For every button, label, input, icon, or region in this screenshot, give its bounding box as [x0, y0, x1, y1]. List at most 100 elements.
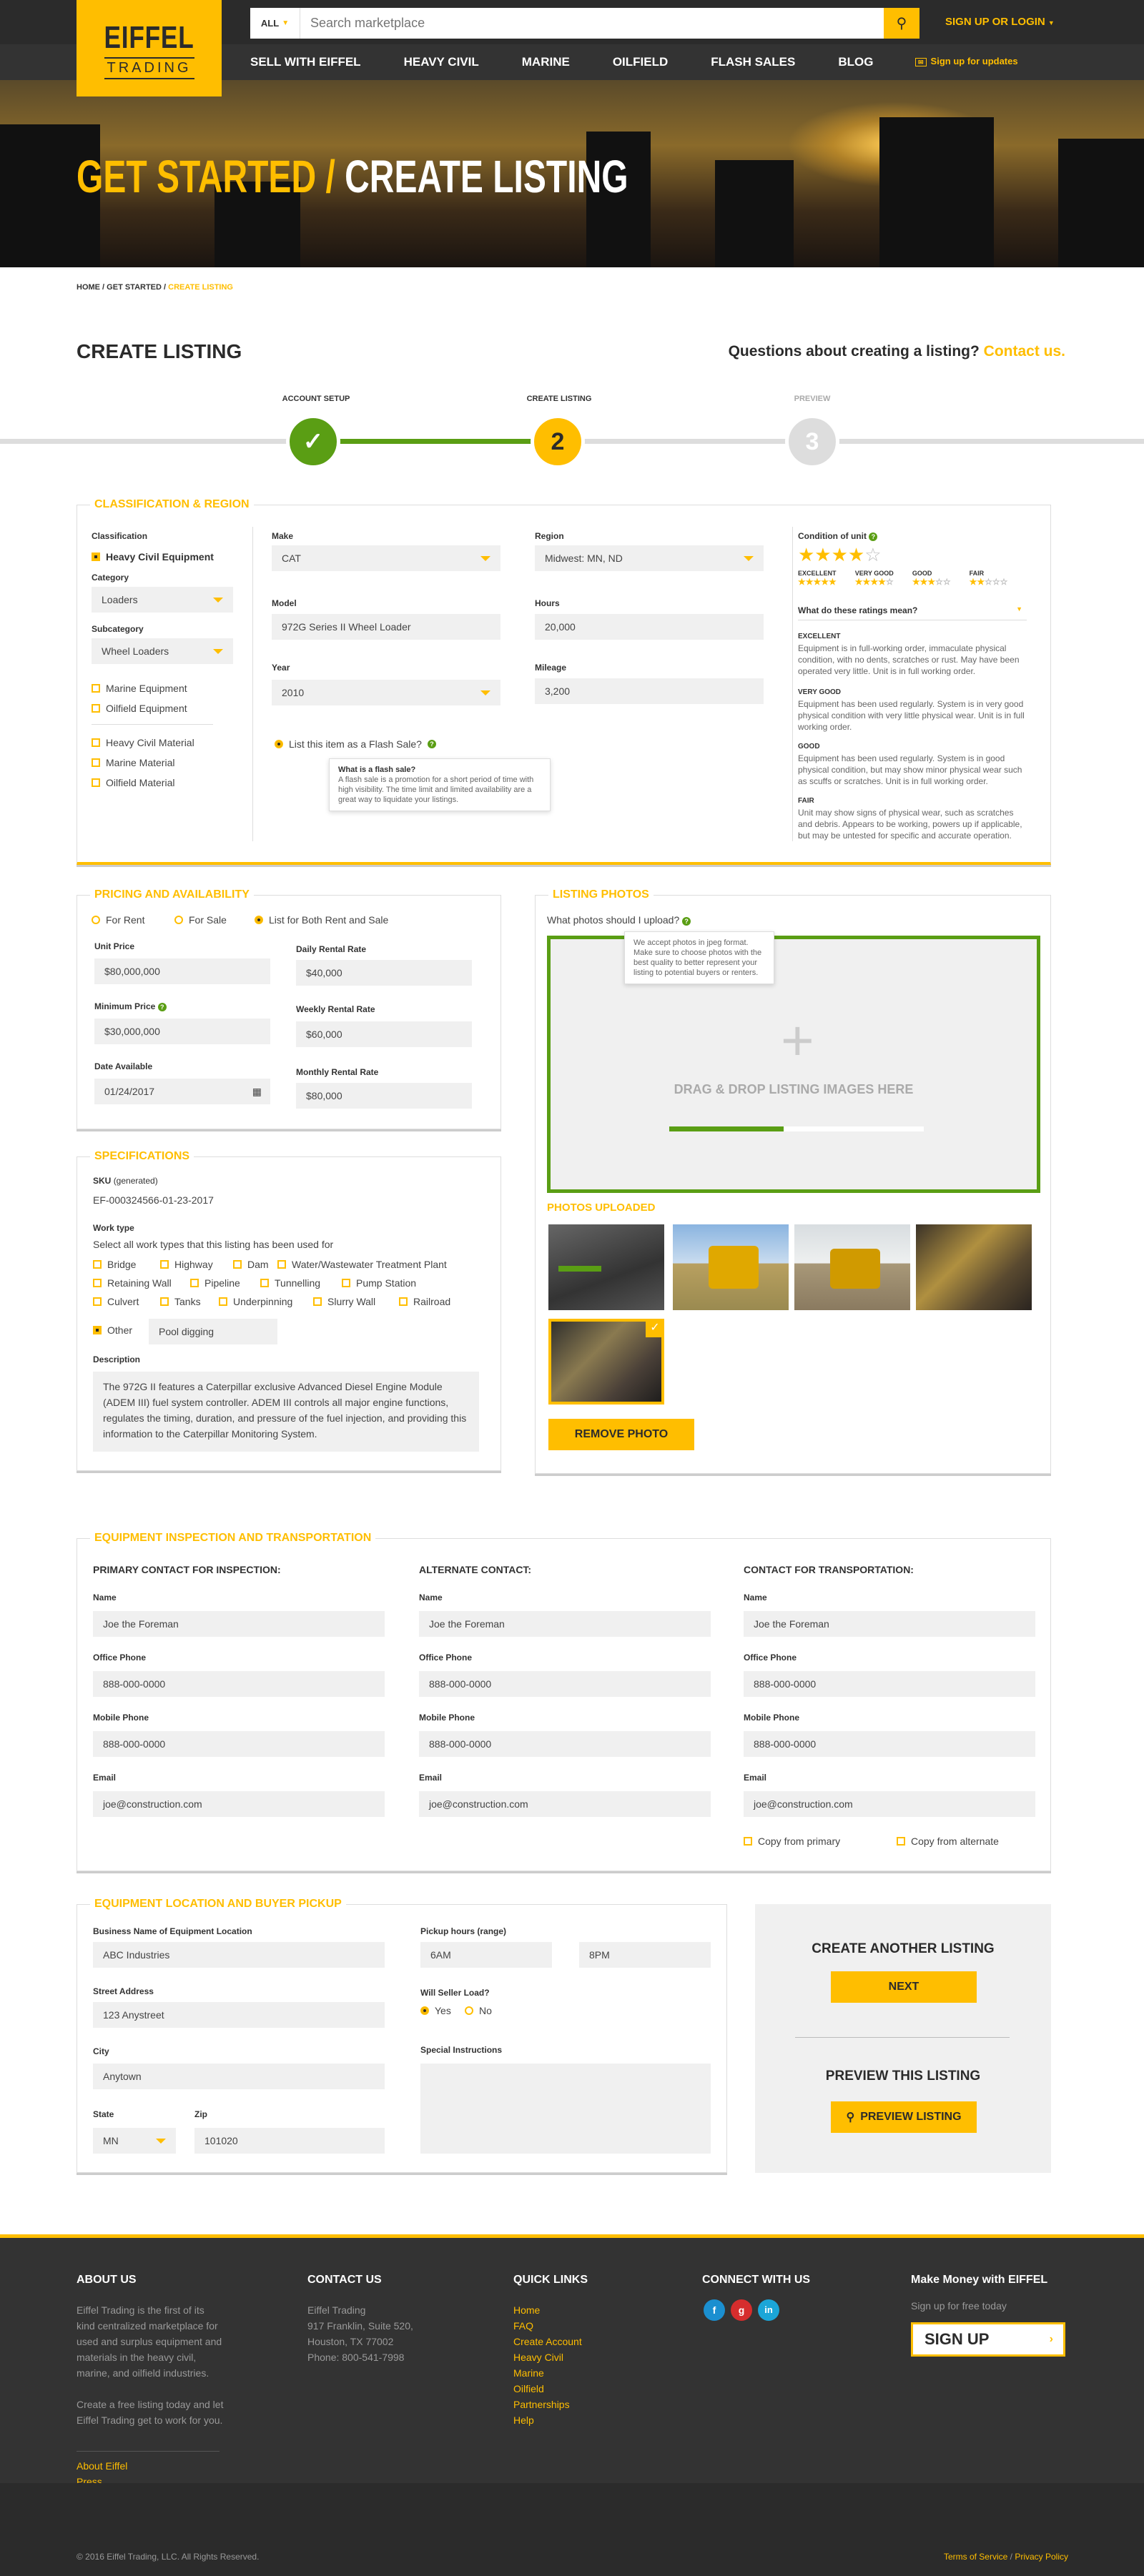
calendar-icon[interactable]: ▦: [252, 1086, 262, 1098]
classification-heavy-civil-material[interactable]: Heavy Civil Material: [92, 737, 194, 748]
work-dam[interactable]: Dam: [233, 1259, 269, 1270]
subcategory-select[interactable]: Wheel Loaders: [92, 638, 233, 664]
quick-link-faq[interactable]: FAQ: [513, 2318, 582, 2334]
contact-mobile-input[interactable]: 888-000-0000: [93, 1731, 385, 1757]
daily-rate-input[interactable]: $40,000: [296, 960, 472, 986]
nav-oilfield[interactable]: OILFIELD: [613, 55, 668, 69]
zip-input[interactable]: 101020: [194, 2128, 385, 2154]
info-icon[interactable]: ?: [682, 917, 691, 926]
work-culvert[interactable]: Culvert: [93, 1296, 139, 1307]
preview-listing-button[interactable]: ⚲ PREVIEW LISTING: [831, 2101, 977, 2133]
make-select[interactable]: CAT: [272, 545, 500, 571]
copy-from-primary[interactable]: Copy from primary: [744, 1836, 840, 1847]
unit-price-input[interactable]: $80,000,000: [94, 958, 270, 984]
contact-office-input[interactable]: 888-000-0000: [93, 1671, 385, 1697]
city-input[interactable]: Anytown: [93, 2064, 385, 2089]
option-for-sale[interactable]: For Sale: [174, 914, 227, 926]
uploaded-photo[interactable]: [548, 1224, 664, 1310]
classification-oilfield-equipment[interactable]: Oilfield Equipment: [92, 703, 187, 714]
eiffel-logo[interactable]: EIFFEL TRADING: [77, 0, 222, 96]
nav-blog[interactable]: BLOG: [838, 55, 873, 69]
info-icon[interactable]: ?: [157, 1003, 167, 1011]
breadcrumb-home[interactable]: HOME: [77, 283, 100, 292]
work-slurry-wall[interactable]: Slurry Wall: [313, 1296, 375, 1307]
linkedin-icon[interactable]: in: [758, 2299, 779, 2321]
uploaded-photo[interactable]: [794, 1224, 910, 1310]
region-select[interactable]: Midwest: MN, ND: [535, 545, 764, 571]
info-icon[interactable]: ?: [869, 532, 878, 541]
business-input[interactable]: ABC Industries: [93, 1942, 385, 1968]
rating-excellent[interactable]: EXCELLENT ★★★★★: [798, 570, 837, 587]
copy-from-alternate[interactable]: Copy from alternate: [897, 1836, 999, 1847]
contact-name-input[interactable]: Joe the Foreman: [93, 1611, 385, 1637]
quick-link-marine[interactable]: Marine: [513, 2365, 582, 2381]
step-create[interactable]: 2: [531, 415, 585, 469]
model-input[interactable]: 972G Series II Wheel Loader: [272, 614, 500, 640]
uploaded-photo[interactable]: [916, 1224, 1032, 1310]
search-scope-dropdown[interactable]: ALL ▼: [250, 8, 300, 39]
work-pump-station[interactable]: Pump Station: [342, 1277, 416, 1289]
work-other[interactable]: Other: [93, 1324, 132, 1336]
work-bridge[interactable]: Bridge: [93, 1259, 136, 1270]
work-highway[interactable]: Highway: [160, 1259, 213, 1270]
nav-sell[interactable]: SELL WITH EIFFEL: [250, 55, 361, 69]
nav-heavy-civil[interactable]: HEAVY CIVIL: [404, 55, 479, 69]
work-railroad[interactable]: Railroad: [399, 1296, 450, 1307]
quick-link-home[interactable]: Home: [513, 2302, 582, 2318]
special-instructions-textarea[interactable]: [420, 2064, 711, 2154]
privacy-link[interactable]: Privacy Policy: [1015, 2552, 1068, 2562]
contact-email-input[interactable]: joe@construction.com: [744, 1791, 1035, 1817]
rating-very-good[interactable]: VERY GOOD ★★★★☆: [855, 570, 894, 587]
state-select[interactable]: MN: [93, 2128, 176, 2154]
ratings-meaning-toggle[interactable]: What do these ratings mean? ▼: [798, 605, 1027, 620]
signup-button[interactable]: SIGN UP ›: [911, 2322, 1065, 2357]
option-rent-and-sale[interactable]: List for Both Rent and Sale: [255, 914, 388, 926]
seller-load-no[interactable]: No: [465, 2005, 492, 2016]
contact-link[interactable]: Contact us.: [984, 343, 1065, 360]
min-price-input[interactable]: $30,000,000: [94, 1019, 270, 1044]
contact-mobile-input[interactable]: 888-000-0000: [744, 1731, 1035, 1757]
contact-email-input[interactable]: joe@construction.com: [93, 1791, 385, 1817]
rating-good[interactable]: GOOD ★★★☆☆: [912, 570, 951, 587]
work-tanks[interactable]: Tanks: [160, 1296, 201, 1307]
work-retaining-wall[interactable]: Retaining Wall: [93, 1277, 172, 1289]
facebook-icon[interactable]: f: [704, 2299, 725, 2321]
work-pipeline[interactable]: Pipeline: [190, 1277, 240, 1289]
contact-office-input[interactable]: 888-000-0000: [744, 1671, 1035, 1697]
quick-link-oilfield[interactable]: Oilfield: [513, 2381, 582, 2397]
google-plus-icon[interactable]: g: [731, 2299, 752, 2321]
next-button[interactable]: NEXT: [831, 1971, 977, 2003]
mileage-input[interactable]: 3,200: [535, 678, 764, 704]
terms-link[interactable]: Terms of Service: [944, 2552, 1007, 2562]
remove-photo-button[interactable]: REMOVE PHOTO: [548, 1419, 694, 1450]
search-button[interactable]: ⚲: [884, 8, 919, 39]
breadcrumb-get-started[interactable]: GET STARTED: [107, 283, 162, 292]
contact-email-input[interactable]: joe@construction.com: [419, 1791, 711, 1817]
year-select[interactable]: 2010: [272, 680, 500, 705]
info-icon[interactable]: ?: [427, 740, 436, 748]
monthly-rate-input[interactable]: $80,000: [296, 1083, 472, 1109]
photo-dropzone[interactable]: + DRAG & DROP LISTING IMAGES HERE: [547, 936, 1040, 1193]
category-select[interactable]: Loaders: [92, 587, 233, 613]
contact-name-input[interactable]: Joe the Foreman: [419, 1611, 711, 1637]
weekly-rate-input[interactable]: $60,000: [296, 1021, 472, 1047]
quick-link-help[interactable]: Help: [513, 2412, 582, 2428]
about-eiffel-link[interactable]: About Eiffel: [77, 2458, 127, 2474]
option-for-rent[interactable]: For Rent: [92, 914, 144, 926]
contact-name-input[interactable]: Joe the Foreman: [744, 1611, 1035, 1637]
seller-load-yes[interactable]: Yes: [420, 2005, 451, 2016]
condition-stars[interactable]: ★★★★☆: [798, 544, 882, 566]
classification-heavy-civil[interactable]: Heavy Civil Equipment: [92, 551, 214, 563]
hours-input[interactable]: 20,000: [535, 614, 764, 640]
pickup-from-input[interactable]: 6AM: [420, 1942, 552, 1968]
work-underpinning[interactable]: Underpinning: [219, 1296, 292, 1307]
nav-flash-sales[interactable]: FLASH SALES: [711, 55, 795, 69]
updates-link[interactable]: ✉ Sign up for updates: [915, 56, 1018, 66]
flash-sale-toggle[interactable]: List this item as a Flash Sale??: [275, 738, 436, 750]
classification-oilfield-material[interactable]: Oilfield Material: [92, 777, 174, 788]
uploaded-photo[interactable]: [673, 1224, 789, 1310]
step-preview[interactable]: 3: [785, 415, 839, 469]
quick-link-create-account[interactable]: Create Account: [513, 2334, 582, 2349]
description-textarea[interactable]: The 972G II features a Caterpillar exclu…: [93, 1372, 479, 1452]
uploaded-photo-selected[interactable]: ✓: [548, 1319, 664, 1405]
